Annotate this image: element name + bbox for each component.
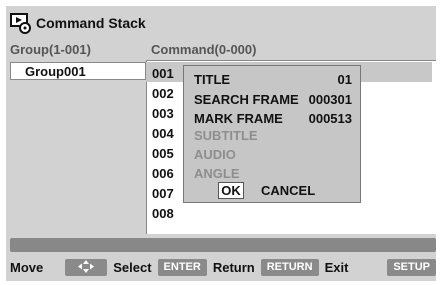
command-stack-icon — [10, 13, 31, 34]
ok-button[interactable]: OK — [218, 182, 244, 199]
command-detail-popup: TITLE 01 SEARCH FRAME 000301 MARK FRAME … — [183, 65, 361, 203]
command-item-008[interactable]: 008 — [150, 204, 180, 224]
exit-label: Exit — [324, 259, 349, 275]
command-item-005[interactable]: 005 — [150, 144, 180, 164]
return-key: RETURN — [260, 258, 319, 276]
popup-label: ANGLE — [194, 166, 240, 181]
status-bar — [10, 238, 436, 252]
popup-row-audio: AUDIO — [194, 147, 352, 162]
setup-key: SETUP — [387, 258, 436, 276]
popup-label: TITLE — [194, 72, 231, 87]
title-bar: Command Stack — [8, 8, 208, 38]
enter-key: ENTER — [157, 258, 207, 276]
popup-value: 000301 — [308, 92, 352, 107]
popup-label: SEARCH FRAME — [194, 92, 299, 107]
window-title: Command Stack — [36, 15, 146, 31]
command-item-004[interactable]: 004 — [150, 124, 180, 144]
group-column-header: Group(1-001) — [10, 42, 91, 57]
command-item-001[interactable]: 001 — [150, 64, 180, 84]
arrow-cross-icon — [65, 258, 108, 276]
popup-label: SUBTITLE — [194, 128, 258, 143]
command-item-006[interactable]: 006 — [150, 164, 180, 184]
command-item-002[interactable]: 002 — [150, 84, 180, 104]
footer-help: Move Select ENTER Return RETURN Exit SET… — [10, 256, 436, 278]
select-label: Select — [113, 259, 152, 275]
command-column-header: Command(0-000) — [151, 42, 257, 57]
command-item-007[interactable]: 007 — [150, 184, 180, 204]
popup-value: 000513 — [308, 111, 352, 126]
popup-row-subtitle: SUBTITLE — [194, 128, 352, 143]
return-label: Return — [212, 259, 255, 275]
command-list: 001 002 003 004 005 006 007 008 — [150, 64, 180, 224]
cancel-button[interactable]: CANCEL — [261, 182, 315, 199]
popup-row-mark-frame[interactable]: MARK FRAME 000513 — [194, 111, 352, 126]
popup-label: MARK FRAME — [194, 111, 283, 126]
popup-value: 01 — [337, 72, 352, 87]
command-item-003[interactable]: 003 — [150, 104, 180, 124]
popup-label: AUDIO — [194, 147, 236, 162]
popup-row-angle: ANGLE — [194, 166, 352, 181]
move-label: Move — [10, 259, 44, 275]
popup-row-search-frame[interactable]: SEARCH FRAME 000301 — [194, 92, 352, 107]
popup-row-title[interactable]: TITLE 01 — [194, 72, 352, 87]
group-list-item[interactable]: Group001 — [10, 62, 146, 80]
